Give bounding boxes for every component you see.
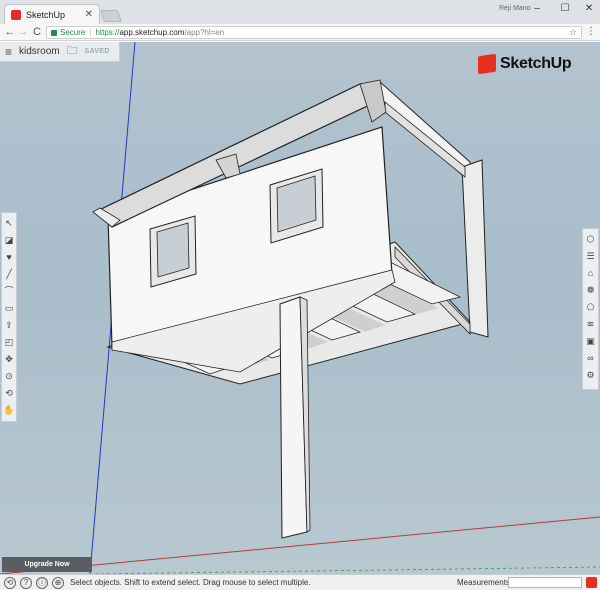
tape-measure-icon[interactable]: ⊙ — [3, 369, 15, 383]
hamburger-menu-icon[interactable]: ≡ — [5, 45, 12, 59]
bookmark-star-icon[interactable]: ☆ — [569, 27, 577, 38]
move-icon[interactable]: ✥ — [3, 352, 15, 366]
eraser-icon[interactable]: ◪ — [3, 233, 15, 247]
arc-icon[interactable]: ⌒ — [3, 284, 15, 298]
url-host: app.sketchup.com — [119, 28, 185, 37]
maximize-button[interactable]: ☐ — [558, 3, 572, 14]
pencil-icon[interactable]: ╱ — [3, 267, 15, 281]
logo-text: SketchUp — [500, 55, 572, 72]
address-bar: ← → C Secure | https:// app.sketchup.com… — [0, 24, 600, 41]
globe-icon[interactable]: ⊕ — [52, 576, 64, 589]
minimize-button[interactable]: – — [530, 3, 544, 14]
select-icon[interactable]: ↖ — [3, 216, 15, 230]
green-axis — [94, 566, 600, 574]
display-icon[interactable]: ∞ — [585, 351, 597, 365]
browser-menu-icon[interactable]: ⋮ — [586, 26, 596, 37]
close-window-button[interactable]: ✕ — [582, 3, 596, 14]
url-protocol: https:// — [95, 28, 120, 37]
browser-tab[interactable]: SketchUp ✕ — [4, 4, 100, 24]
help-icon[interactable]: ? — [20, 576, 32, 589]
3d-viewport[interactable] — [0, 42, 600, 574]
left-toolbar: ↖ ◪ ♥ ╱ ⌒ ▭ ⇪ ◰ ✥ ⊙ ⟲ ✋ — [1, 212, 17, 422]
right-post — [461, 159, 489, 338]
model-name[interactable]: kidsroom — [19, 46, 60, 57]
url-input[interactable]: Secure | https:// app.sketchup.com /app?… — [46, 26, 582, 39]
secure-label: Secure — [60, 28, 86, 37]
reload-button[interactable]: C — [31, 26, 43, 38]
browser-titlebar: SketchUp ✕ Reji Mano – ☐ ✕ — [0, 0, 600, 24]
saved-status: SAVED — [84, 48, 110, 55]
sketchup-logo: SketchUp — [478, 53, 572, 75]
paint-bucket-icon[interactable]: ♥ — [3, 250, 15, 264]
side-top-rail — [384, 101, 466, 178]
measurements-label: Measurements — [457, 578, 510, 587]
url-path: /app?hl=en — [184, 28, 225, 37]
materials-icon[interactable]: ❁ — [585, 283, 597, 297]
rectangle-icon[interactable]: ▭ — [3, 301, 15, 315]
new-tab-button[interactable] — [100, 10, 122, 22]
window-left-glass — [156, 222, 190, 278]
folder-icon[interactable]: 🗀 — [67, 42, 78, 61]
orbit-icon[interactable]: ⟲ — [3, 386, 15, 400]
info-icon[interactable]: ⓘ — [36, 576, 48, 589]
components-icon[interactable]: ⌂ — [585, 266, 597, 280]
extensions-icon[interactable]: ⚙ — [585, 368, 597, 382]
sketchup-favicon-icon — [11, 9, 21, 20]
close-icon[interactable]: ✕ — [85, 9, 93, 20]
lock-icon — [51, 29, 57, 36]
measurements-input[interactable] — [508, 577, 582, 588]
model-header: ≡ kidsroom 🗀 SAVED — [0, 42, 120, 62]
offset-icon[interactable]: ◰ — [3, 335, 15, 349]
styles-icon[interactable]: ⬠ — [585, 300, 597, 314]
scenes-icon[interactable]: ▣ — [585, 334, 597, 348]
entity-info-icon[interactable]: ☰ — [585, 249, 597, 263]
undo-icon[interactable]: ⟲ — [4, 576, 16, 589]
sketchup-status-icon[interactable] — [586, 577, 597, 588]
upgrade-now-button[interactable]: Upgrade Now — [2, 557, 92, 572]
forward-button[interactable]: → — [17, 26, 29, 38]
pan-icon[interactable]: ✋ — [3, 403, 15, 417]
tab-title: SketchUp — [26, 9, 66, 20]
sketchup-logo-icon — [478, 53, 496, 75]
url-separator: | — [89, 28, 92, 37]
status-text: Select objects. Shift to extend select. … — [70, 578, 311, 587]
push-pull-icon[interactable]: ⇪ — [3, 318, 15, 332]
status-bar: ⟲ ? ⓘ ⊕ Select objects. Shift to extend … — [0, 574, 600, 590]
browser-user-name[interactable]: Reji Mano — [499, 5, 531, 12]
model-scene[interactable] — [0, 42, 600, 574]
layers-icon[interactable]: ≋ — [585, 317, 597, 331]
right-toolbar: ⬡ ☰ ⌂ ❁ ⬠ ≋ ▣ ∞ ⚙ — [582, 228, 599, 390]
back-button[interactable]: ← — [4, 26, 16, 38]
instructor-icon[interactable]: ⬡ — [585, 232, 597, 246]
